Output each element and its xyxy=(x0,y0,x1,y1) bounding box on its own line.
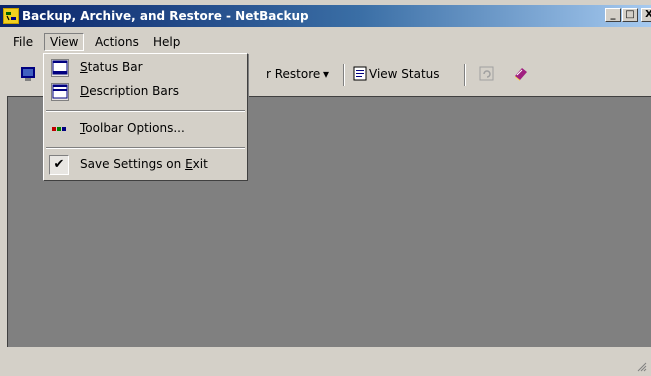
select-for-backup-icon[interactable] xyxy=(20,65,38,83)
menu-item-save-settings-on-exit[interactable]: ✔ Save Settings on Exit xyxy=(44,154,247,176)
menu-item-toolbar-options[interactable]: Toolbar Options... xyxy=(44,118,247,140)
title-bar[interactable]: Backup, Archive, and Restore - NetBackup… xyxy=(0,5,651,27)
view-menu-dropdown: Status Bar Description Bars Toolbar Opti… xyxy=(43,53,248,181)
status-bar xyxy=(0,350,651,376)
description-bars-icon xyxy=(51,83,69,101)
toolbar-options-icon xyxy=(52,127,66,131)
close-button[interactable]: X xyxy=(641,8,651,22)
netbackup-app-icon[interactable] xyxy=(3,8,19,24)
status-bar-icon xyxy=(51,59,69,77)
checkmark-icon: ✔ xyxy=(49,155,69,175)
menu-view[interactable]: View xyxy=(44,33,85,51)
save-settings-label: Save Settings on Exit xyxy=(80,157,208,171)
window-title: Backup, Archive, and Restore - NetBackup xyxy=(22,9,309,23)
toolbar-separator xyxy=(343,64,345,86)
toolbar-options-label: Toolbar Options... xyxy=(80,121,185,135)
menu-file[interactable]: File xyxy=(8,34,38,50)
view-status-button[interactable]: View Status xyxy=(369,67,440,81)
menu-bar: File View Actions Help xyxy=(0,32,651,52)
view-status-icon[interactable] xyxy=(352,65,370,83)
help-book-icon[interactable] xyxy=(512,65,530,83)
description-bars-label: Description Bars xyxy=(80,84,179,98)
resize-grip-icon[interactable] xyxy=(637,362,647,372)
restore-dropdown-arrow-icon[interactable]: ▾ xyxy=(323,67,329,81)
select-for-restore-button[interactable]: r Restore xyxy=(266,67,320,81)
menu-item-status-bar[interactable]: Status Bar xyxy=(44,57,247,79)
menu-actions[interactable]: Actions xyxy=(90,34,144,50)
menu-separator xyxy=(46,147,245,149)
minimize-button[interactable]: _ xyxy=(605,8,621,22)
refresh-icon[interactable] xyxy=(478,65,496,83)
status-bar-label: Status Bar xyxy=(80,60,143,74)
menu-item-description-bars[interactable]: Description Bars xyxy=(44,81,247,103)
menu-separator xyxy=(46,110,245,112)
app-window: Backup, Archive, and Restore - NetBackup… xyxy=(0,0,651,376)
toolbar-separator xyxy=(464,64,466,86)
maximize-button[interactable]: □ xyxy=(622,8,638,22)
menu-help[interactable]: Help xyxy=(148,34,185,50)
